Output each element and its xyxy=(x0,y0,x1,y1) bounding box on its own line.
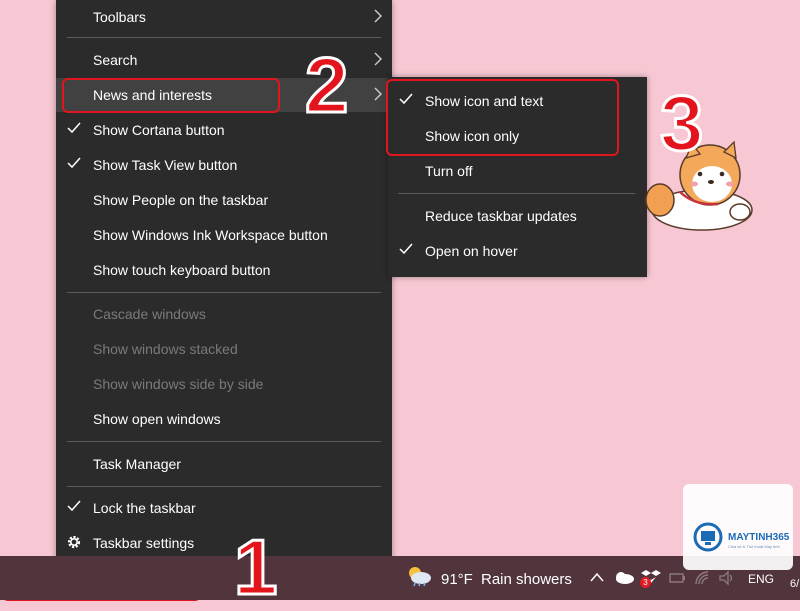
submenu-item-reduce-updates[interactable]: Reduce taskbar updates xyxy=(388,199,647,233)
checkmark-icon xyxy=(399,93,413,105)
menu-item-toolbars[interactable]: Toolbars xyxy=(56,0,392,34)
checkmark-icon xyxy=(67,157,81,169)
step-number-2: 2 xyxy=(303,41,349,129)
checkmark-icon xyxy=(67,500,81,512)
submenu-item-turn-off[interactable]: Turn off xyxy=(388,154,647,188)
menu-item-lock-taskbar[interactable]: Lock the taskbar xyxy=(56,491,392,525)
watermark-brand: MAYTINH365 xyxy=(728,532,790,543)
menu-separator xyxy=(67,441,381,442)
menu-item-show-ink-workspace[interactable]: Show Windows Ink Workspace button xyxy=(56,218,392,252)
menu-item-cascade-windows: Cascade windows xyxy=(56,297,392,331)
menu-item-windows-stacked: Show windows stacked xyxy=(56,332,392,366)
menu-item-label: Cascade windows xyxy=(93,306,206,322)
news-and-interests-submenu: Show icon and text Show icon only Turn o… xyxy=(388,77,647,277)
submenu-item-label: Turn off xyxy=(425,163,473,179)
chevron-right-icon xyxy=(374,52,382,66)
menu-item-label: Taskbar settings xyxy=(93,535,195,551)
menu-item-label: Show windows stacked xyxy=(93,341,238,357)
step-number-1: 1 xyxy=(232,523,278,611)
menu-separator xyxy=(67,292,381,293)
menu-item-label: Show Cortana button xyxy=(93,122,225,138)
menu-item-label: News and interests xyxy=(93,87,213,103)
menu-item-taskbar-settings[interactable]: Taskbar settings xyxy=(56,526,392,560)
weather-cloud-rain-icon[interactable] xyxy=(406,565,432,587)
menu-separator xyxy=(67,486,381,487)
menu-item-show-open-windows[interactable]: Show open windows xyxy=(56,402,392,436)
menu-item-label: Show Windows Ink Workspace button xyxy=(93,227,328,243)
weather-temperature[interactable]: 91°F xyxy=(441,571,473,588)
menu-item-label: Task Manager xyxy=(93,456,181,472)
menu-item-label: Search xyxy=(93,52,138,68)
chevron-up-icon[interactable] xyxy=(590,572,604,582)
step-number-3: 3 xyxy=(658,79,704,167)
wifi-icon[interactable] xyxy=(694,570,712,586)
submenu-item-open-on-hover[interactable]: Open on hover xyxy=(388,234,647,268)
menu-item-label: Show People on the taskbar xyxy=(93,192,269,208)
menu-item-label: Lock the taskbar xyxy=(93,500,196,516)
menu-item-show-people[interactable]: Show People on the taskbar xyxy=(56,183,392,217)
weather-condition[interactable]: Rain showers xyxy=(481,571,572,588)
submenu-item-label: Reduce taskbar updates xyxy=(425,208,577,224)
menu-item-show-task-view[interactable]: Show Task View button xyxy=(56,148,392,182)
onedrive-cloud-icon[interactable] xyxy=(613,570,635,584)
menu-item-label: Toolbars xyxy=(93,9,146,25)
menu-item-show-touch-keyboard[interactable]: Show touch keyboard button xyxy=(56,253,392,287)
checkmark-icon xyxy=(67,122,81,134)
submenu-item-label: Open on hover xyxy=(425,243,518,259)
menu-item-label: Show Task View button xyxy=(93,157,238,173)
checkmark-icon xyxy=(399,243,413,255)
chevron-right-icon xyxy=(374,9,382,23)
battery-icon[interactable] xyxy=(669,572,687,584)
submenu-item-show-icon-only[interactable]: Show icon only xyxy=(388,119,647,153)
menu-item-windows-side-by-side: Show windows side by side xyxy=(56,367,392,401)
submenu-item-label: Show icon and text xyxy=(425,93,544,109)
brand-logo-icon xyxy=(693,522,723,552)
language-indicator[interactable]: ENG xyxy=(748,572,774,586)
menu-item-task-manager[interactable]: Task Manager xyxy=(56,447,392,481)
menu-separator xyxy=(67,37,381,38)
menu-item-label: Show touch keyboard button xyxy=(93,262,271,278)
menu-separator xyxy=(398,193,635,194)
gear-icon xyxy=(67,535,81,549)
menu-item-label: Show open windows xyxy=(93,411,221,427)
clock-partial[interactable]: 6/ xyxy=(790,578,799,590)
submenu-item-label: Show icon only xyxy=(425,128,520,144)
notification-badge: 3 xyxy=(640,577,651,588)
submenu-item-show-icon-and-text[interactable]: Show icon and text xyxy=(388,84,647,118)
watermark-tagline: Chia sẻ & Thủ thuật Máy tính xyxy=(728,544,780,549)
chevron-right-icon xyxy=(374,87,382,101)
menu-item-label: Show windows side by side xyxy=(93,376,264,392)
speaker-icon[interactable] xyxy=(718,570,736,586)
